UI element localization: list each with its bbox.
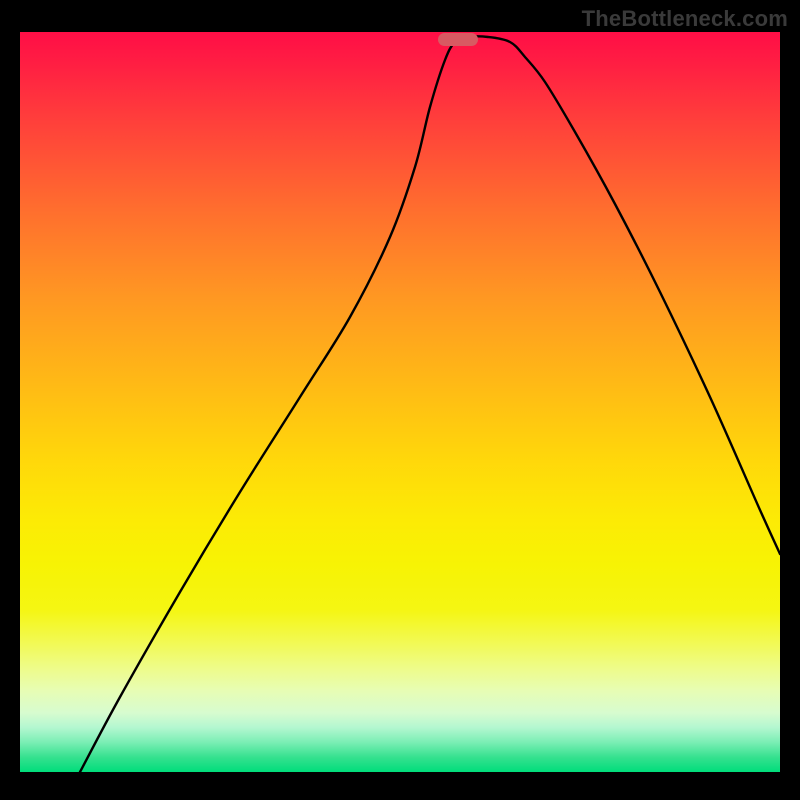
plot-area [20, 32, 780, 772]
chart-container: TheBottleneck.com [0, 0, 800, 800]
watermark-text: TheBottleneck.com [582, 6, 788, 32]
bottleneck-curve [20, 32, 780, 772]
bottleneck-marker [438, 33, 478, 46]
